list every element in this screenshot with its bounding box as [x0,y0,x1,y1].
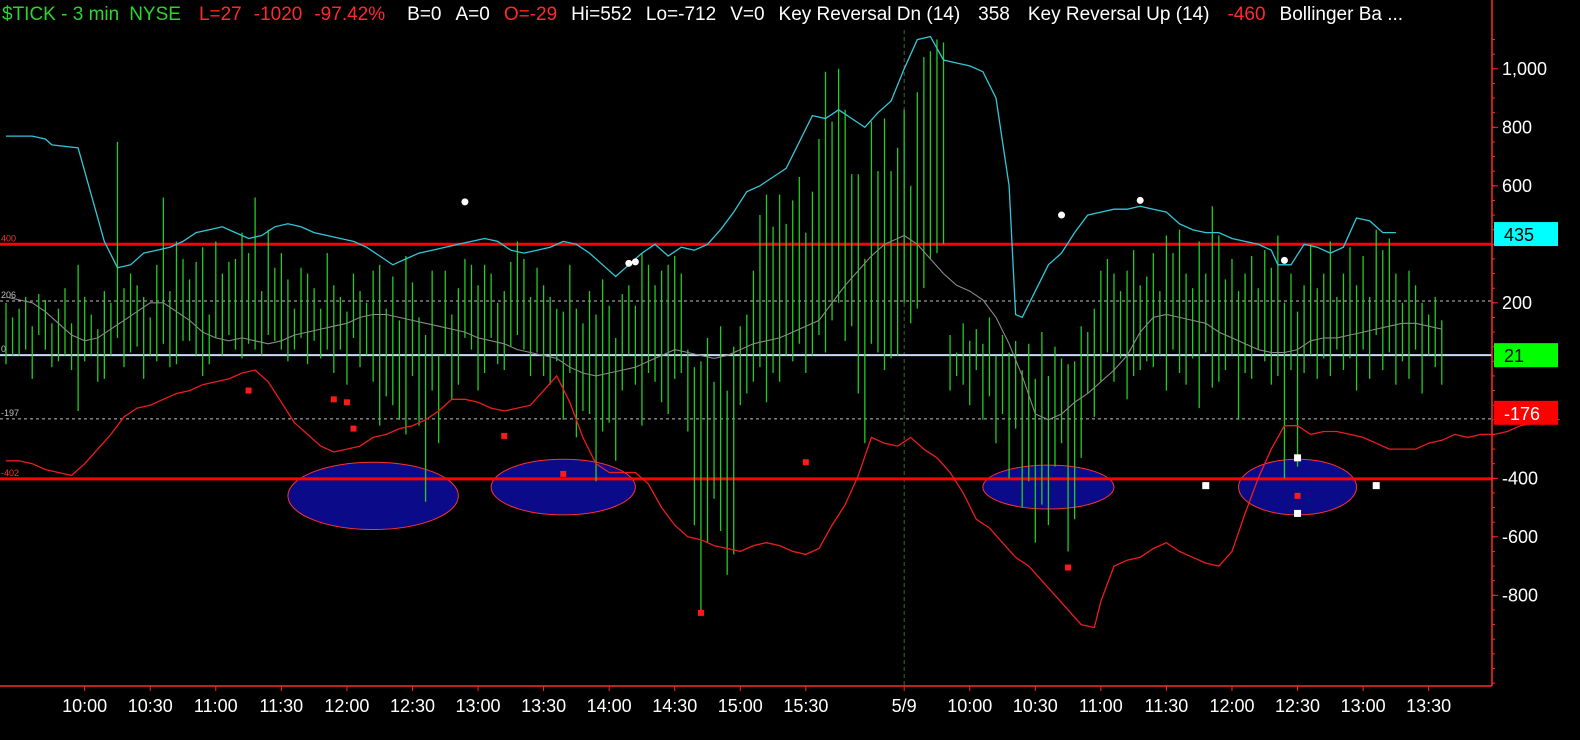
header-segment: Key Reversal Dn (14) [779,4,961,25]
chart-svg: 4002060-197-402 -800-600-4002006008001,0… [0,0,1560,716]
selection-handle-marker [1372,482,1380,490]
header-segment: Key Reversal Up (14) [1028,4,1210,25]
selection-handle-marker [1294,454,1302,462]
time-axis-tick-label: 12:30 [1275,696,1320,716]
header-segment: V=0 [730,4,764,25]
highlight-zone-4 [1238,458,1358,516]
time-axis-tick-label: 12:30 [390,696,435,716]
header-segment: 358 [978,4,1010,25]
middle-band-line [5,234,1442,421]
header-segment: Hi=552 [571,4,632,25]
time-axis-tick-label: 12:00 [1209,696,1254,716]
key-reversal-up-marker [501,432,508,439]
time-axis-tick-label: 10:00 [62,696,107,716]
header-segment: $TICK - 3 min [2,4,119,25]
time-axis-tick-label: 10:30 [128,696,173,716]
header-segment: L=27 [199,4,242,25]
selection-handle-marker [1294,509,1302,517]
key-reversal-up-marker [802,459,809,466]
time-axis-tick-label: 11:00 [194,696,238,716]
header-segment: A=0 [455,4,489,25]
reference-lines-layer: 4002060-197-402 [0,233,1492,481]
reference-line-label-4: -197 [1,408,19,418]
key-reversal-dn-marker [1136,196,1144,204]
price-axis-tick-label: 600 [1502,176,1532,196]
selection-handle-marker [1202,482,1210,490]
price-axis: -800 -600 -400 200 600 800 1,000 435 21 -176 [1491,0,1558,686]
key-reversal-up-marker [343,399,350,406]
key-reversal-dn-marker [625,259,633,267]
header-segment: Lo=-712 [646,4,716,25]
price-axis-tick-label: 200 [1502,293,1532,313]
time-axis-tick-label: 11:30 [1145,696,1189,716]
key-reversal-dn-marker [1058,211,1066,219]
key-reversal-up-marker [350,425,357,432]
key-reversal-up-marker [1294,492,1301,499]
time-axis-tick-label: 11:30 [259,696,303,716]
time-axis-tick-label: 13:00 [456,696,501,716]
key-reversal-dn-marker [1280,256,1288,264]
time-axis-tick-label: 13:30 [521,696,566,716]
highlight-zone-1 [287,461,459,531]
time-axis-tick-label: 14:00 [587,696,632,716]
time-axis: 10:00 10:30 11:00 11:30 12:00 12:30 13:00 13:30… [0,685,1492,716]
key-reversal-dn-marker [461,198,469,206]
header-segment: -460 [1227,4,1265,25]
time-axis-tick-label: 10:30 [1013,696,1058,716]
time-axis-tick-label: 13:30 [1406,696,1451,716]
header-segment: -97.42% [314,4,385,25]
header-segment: O=-29 [504,4,557,25]
header-segment: -1020 [254,4,303,25]
time-axis-tick-label: 10:00 [947,696,992,716]
bollinger-bands-layer [5,35,1560,629]
key-reversal-up-marker [560,470,567,477]
time-axis-tick-label: 5/9 [892,696,917,716]
tick-bars-layer [5,39,1443,610]
chart-header: $TICK - 3 min NYSE L=27 -1020 -97.42% B=0 A=0 O… [2,4,1403,25]
zone-layer [287,458,1358,531]
key-reversal-up-marker [330,396,337,403]
time-axis-tick-label: 15:00 [718,696,763,716]
key-reversal-up-marker [245,387,252,394]
time-axis-tick-label: 13:00 [1341,696,1386,716]
price-axis-tick-label: -600 [1502,527,1538,547]
highlight-zone-2 [490,458,636,516]
price-axis-tick-label: 800 [1502,117,1532,137]
key-reversal-up-marker [697,609,704,616]
price-axis-tick-label: 1,000 [1502,59,1547,79]
time-axis-tick-label: 12:00 [324,696,369,716]
reference-line-label-1: 400 [1,233,16,243]
header-segment: NYSE [129,4,181,25]
time-axis-tick-label: 15:30 [783,696,828,716]
price-axis-tick-label: -800 [1502,585,1538,605]
price-badge-label-3: -176 [1504,404,1540,424]
tick-chart[interactable]: 400 206 0 -197 -402 -800 -600 -400 200 600 800 1,0… [0,0,1580,735]
key-reversal-up-marker [1065,564,1072,571]
time-axis-tick-label: 11:00 [1079,696,1123,716]
price-axis-tick-label: -400 [1502,468,1538,488]
reference-line-label-5: -402 [1,468,19,478]
upper-band-line [6,35,1396,319]
price-badge-label-1: 435 [1504,225,1534,245]
header-segment: Bollinger Ba ... [1280,4,1404,25]
reference-line-label-3: 0 [1,344,6,354]
header-segment: B=0 [407,4,441,25]
key-reversal-dn-marker [631,258,639,266]
time-axis-tick-label: 14:30 [652,696,697,716]
price-badge-label-2: 21 [1504,346,1524,366]
